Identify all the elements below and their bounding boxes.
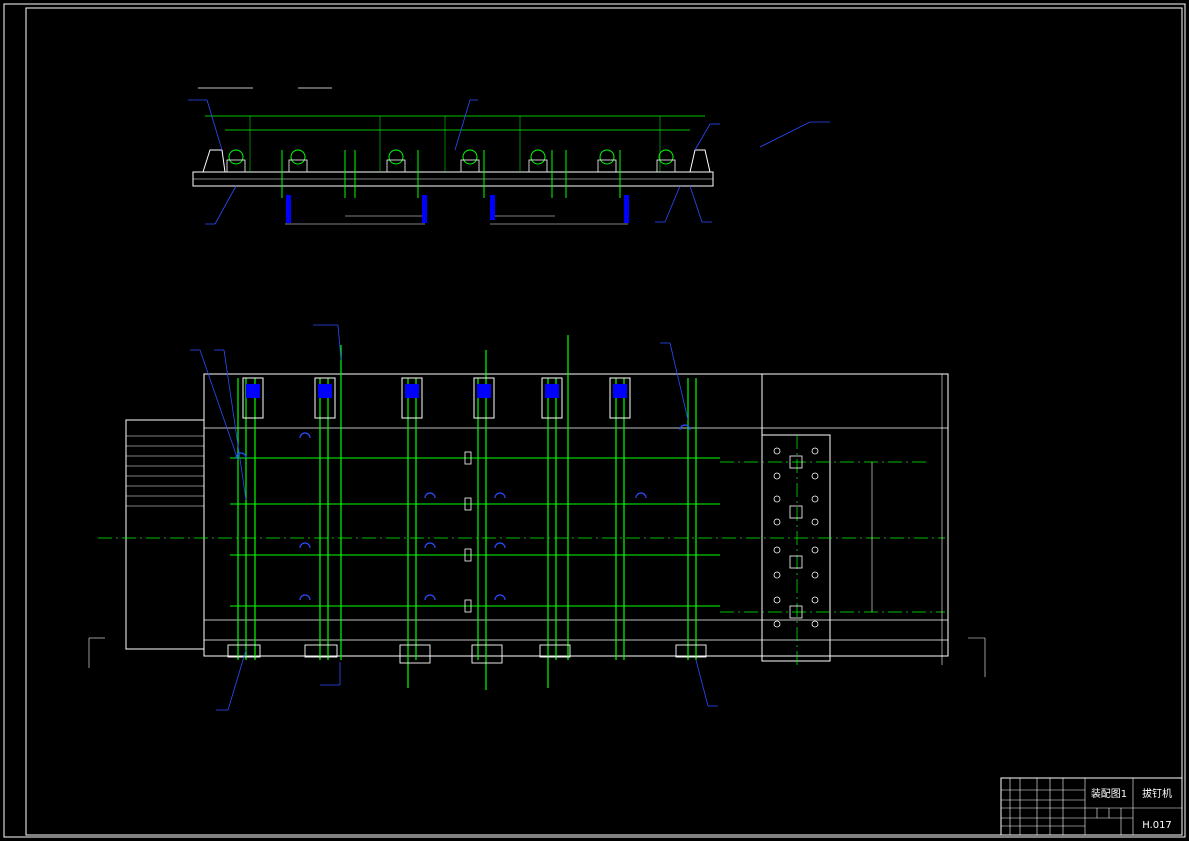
cad-drawing: 装配图1 拔钉机 H.017 (0, 0, 1189, 841)
drawing-name: 装配图1 (1091, 787, 1127, 800)
drawing-number: H.017 (1142, 820, 1172, 831)
machine-name: 拔钉机 (1142, 787, 1172, 800)
